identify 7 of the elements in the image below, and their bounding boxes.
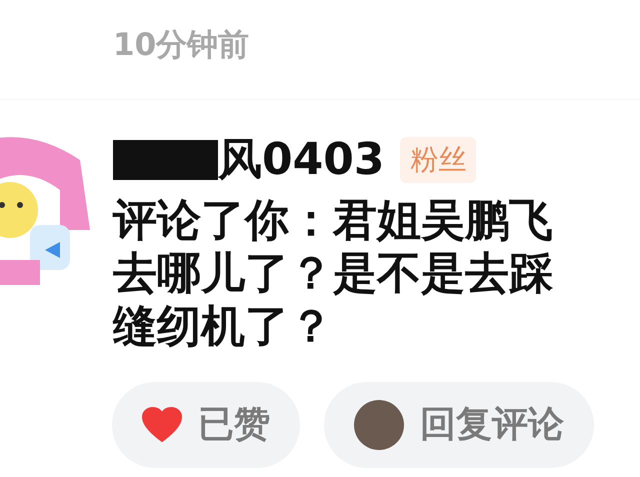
like-button[interactable]: 已赞 — [112, 382, 300, 468]
username[interactable]: 风0403 — [218, 136, 384, 184]
fan-badge: 粉丝 — [400, 137, 476, 184]
comment-text: 评论了你：君姐吴鹏飞去哪儿了？是不是去踩缝纫机了？ — [113, 194, 554, 354]
timestamp: 10分钟前 — [0, 0, 640, 100]
reply-button[interactable]: 回复评论 — [324, 382, 594, 468]
avatar-photo-placeholder — [354, 400, 404, 450]
